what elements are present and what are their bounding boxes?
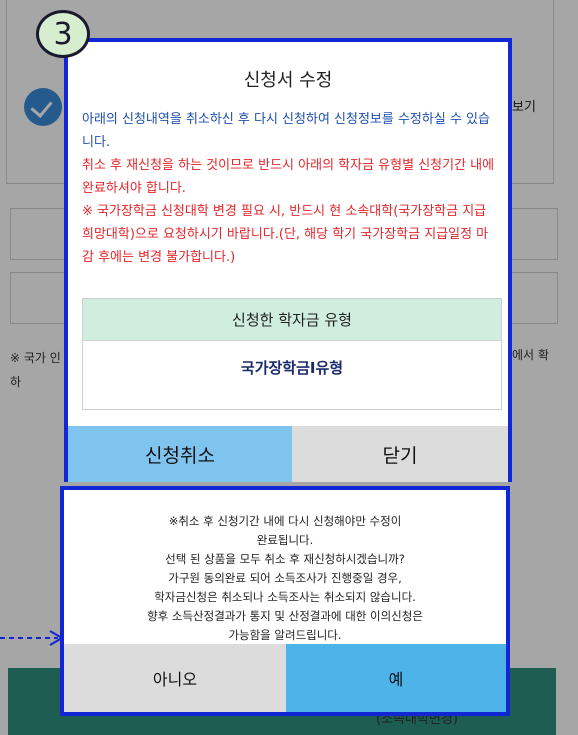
confirm-line: 완료됩니다. — [256, 533, 314, 547]
scholarship-type-table: 신청한 학자금 유형 국가장학금I유형 — [82, 298, 502, 410]
confirm-line: 가구원 동의완료 되어 소득조사가 진행중일 경우, — [168, 571, 402, 585]
confirm-line: 향후 소득산정결과가 통지 및 산정결과에 대한 이의신청은 — [147, 609, 423, 623]
dialog-notice: 아래의 신청내역을 취소하신 후 다시 신청하여 신청정보를 수정하실 수 있습… — [82, 108, 500, 269]
table-cell: 국가장학금I유형 — [240, 358, 344, 377]
notice-red-text: 취소 후 재신청을 하는 것이므로 반드시 아래의 학자금 유형별 신청기간 내… — [82, 158, 495, 196]
notice-red-text: ※ 국가장학금 신청대학 변경 필요 시, 반드시 현 소속대학(국가장학금 지… — [82, 204, 489, 265]
dialog-title: 신청서 수정 — [243, 70, 333, 91]
cancel-application-button[interactable]: 신청취소 — [68, 426, 292, 482]
yes-button[interactable]: 예 — [286, 644, 506, 712]
table-header: 신청한 학자금 유형 — [83, 299, 501, 341]
no-button[interactable]: 아니오 — [64, 644, 286, 712]
confirm-line: 선택 된 상품을 모두 취소 후 재신청하시겠습니까? — [165, 552, 405, 566]
notice-blue-text: 아래의 신청내역을 취소하신 후 다시 신청하여 신청정보를 수정하실 수 있습… — [82, 112, 490, 150]
dashed-arrow-icon — [0, 630, 64, 646]
confirm-line: 가능함을 알려드립니다. — [228, 628, 342, 642]
confirm-dialog: ※취소 후 신청기간 내에 다시 신청해야만 수정이 완료됩니다. 선택 된 상… — [60, 486, 510, 716]
confirm-line: ※취소 후 신청기간 내에 다시 신청해야만 수정이 — [168, 514, 402, 528]
edit-application-dialog: 신청서 수정 아래의 신청내역을 취소하신 후 다시 신청하여 신청정보를 수정… — [64, 38, 512, 482]
step-number-badge: 3 — [36, 10, 90, 58]
close-button[interactable]: 닫기 — [292, 426, 508, 482]
confirm-line: 학자금신청은 취소되나 소득조사는 취소되지 않습니다. — [154, 590, 416, 604]
confirm-message: ※취소 후 신청기간 내에 다시 신청해야만 수정이 완료됩니다. 선택 된 상… — [74, 512, 496, 645]
